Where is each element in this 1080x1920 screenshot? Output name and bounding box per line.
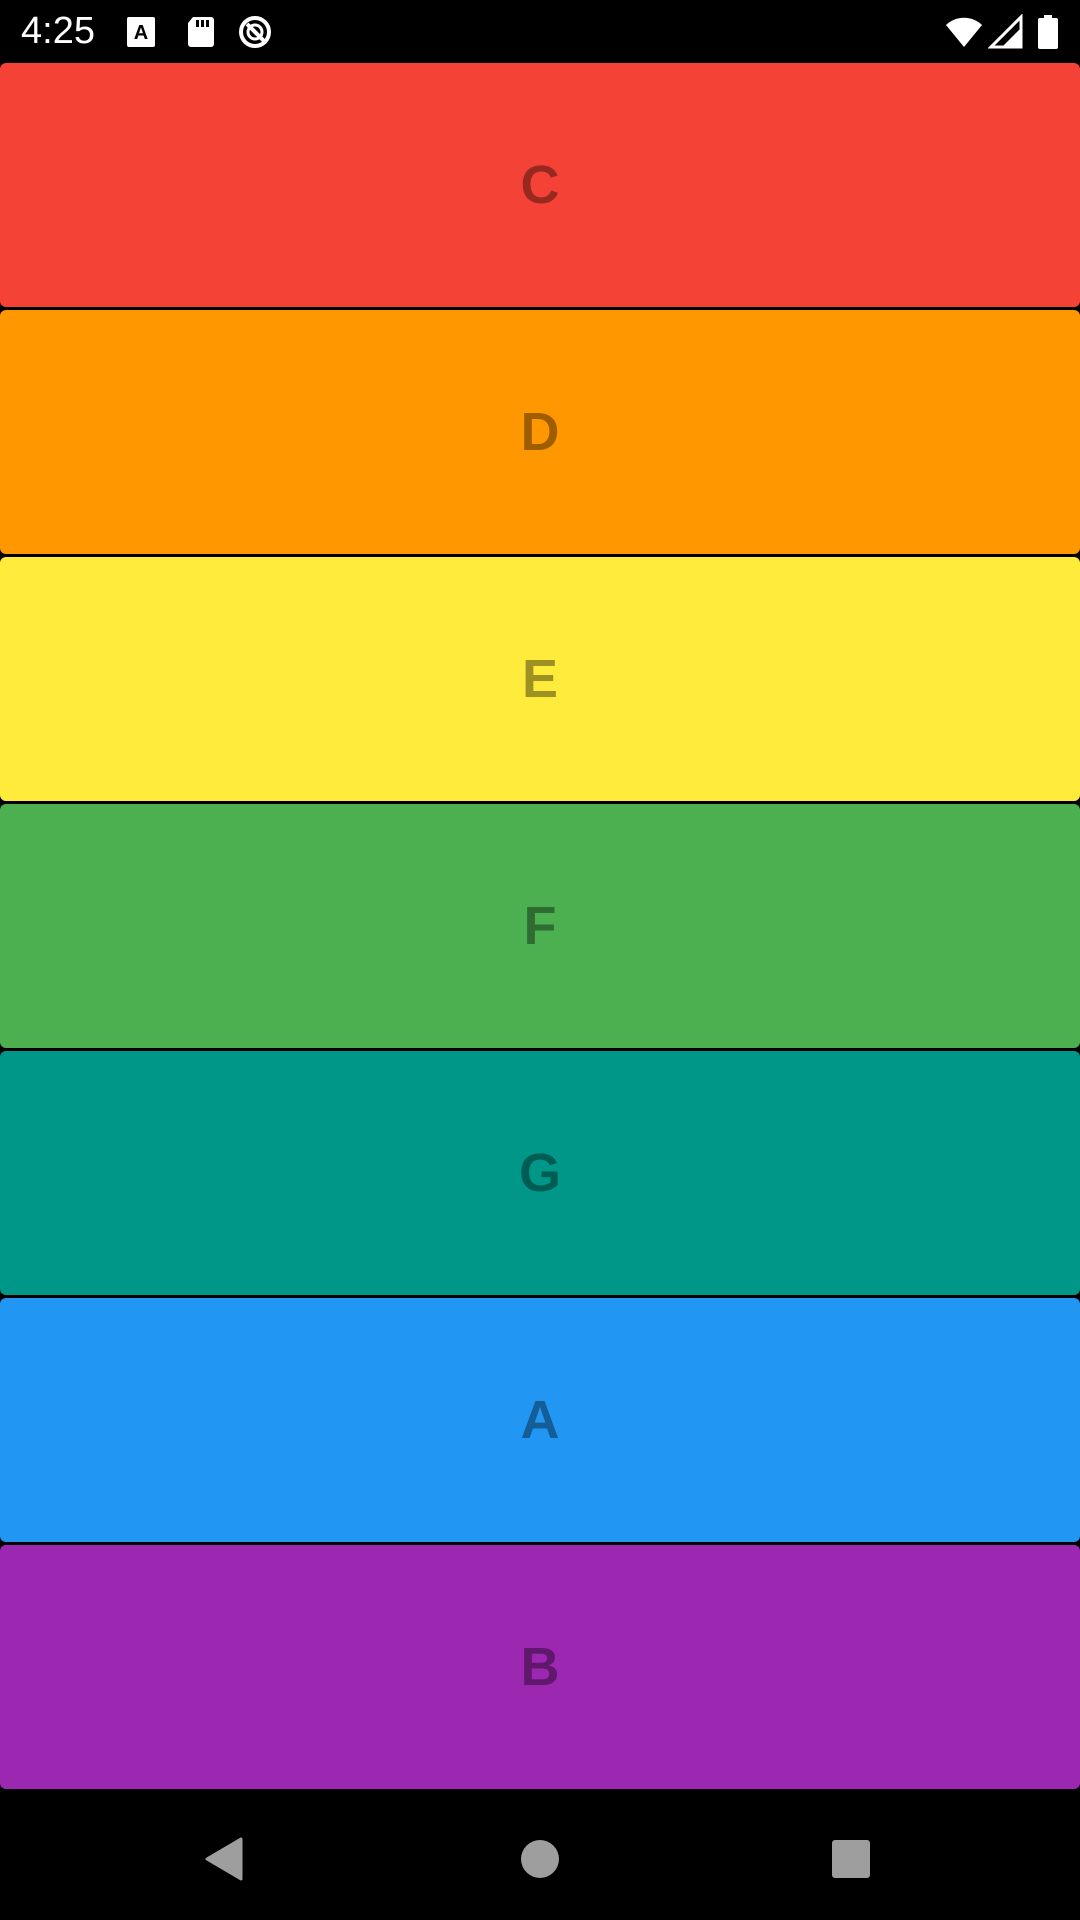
- home-icon: [521, 1840, 559, 1878]
- recents-button[interactable]: [816, 1824, 886, 1894]
- home-button[interactable]: [505, 1824, 575, 1894]
- font-a-icon: A: [127, 17, 155, 47]
- wifi-icon: [946, 17, 982, 47]
- svg-text:A: A: [134, 22, 148, 44]
- navigation-bar: [0, 1794, 1080, 1920]
- card-letter: D: [520, 402, 560, 462]
- recents-icon: [832, 1840, 870, 1878]
- status-bar: 4:25 A: [0, 0, 1080, 63]
- card-letter: F: [523, 896, 557, 956]
- color-card-g[interactable]: G: [0, 1051, 1080, 1295]
- color-card-a[interactable]: A: [0, 1298, 1080, 1542]
- sd-card-icon: [188, 17, 214, 47]
- card-letter: B: [520, 1637, 560, 1697]
- no-disturb-icon: [239, 16, 271, 48]
- color-card-b[interactable]: B: [0, 1545, 1080, 1789]
- color-card-f[interactable]: F: [0, 804, 1080, 1048]
- card-letter: A: [520, 1390, 560, 1450]
- back-icon: [205, 1837, 243, 1881]
- card-letter: G: [518, 1143, 561, 1203]
- color-card-c[interactable]: C: [0, 63, 1080, 307]
- color-card-list[interactable]: C D E F G A B: [0, 63, 1080, 1792]
- card-letter: E: [521, 649, 559, 709]
- color-card-e[interactable]: E: [0, 557, 1080, 801]
- color-card-d[interactable]: D: [0, 310, 1080, 554]
- battery-icon: [1038, 15, 1058, 49]
- status-time: 4:25: [21, 10, 95, 52]
- back-button[interactable]: [190, 1824, 260, 1894]
- card-letter: C: [520, 155, 560, 215]
- signal-icon: [988, 14, 1023, 49]
